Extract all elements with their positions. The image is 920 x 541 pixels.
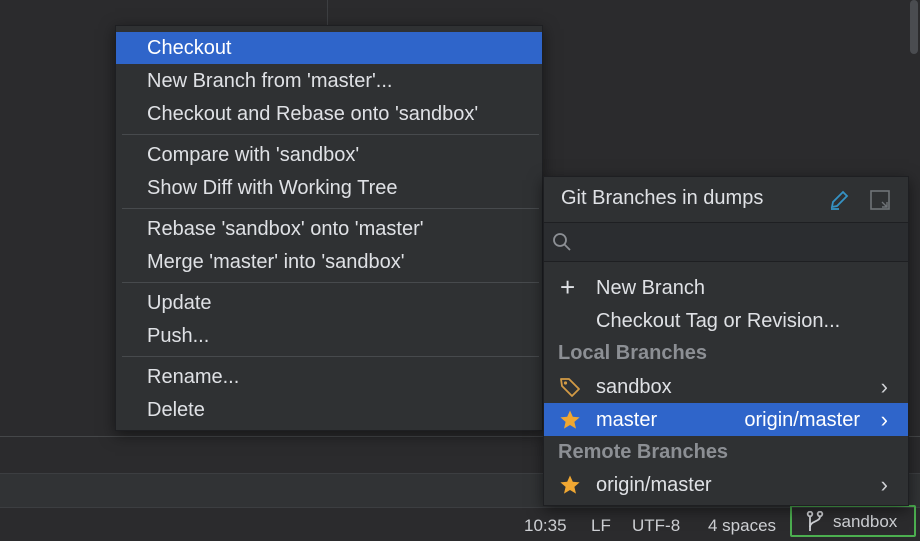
editor-scrollbar[interactable]: [910, 0, 918, 54]
menu-separator: [122, 282, 539, 283]
star-icon: [560, 475, 580, 494]
menu-separator: [122, 208, 539, 209]
chevron-right-icon: ›: [880, 472, 888, 497]
status-bar: 10:35 LF UTF-8 4 spaces: [0, 507, 920, 541]
menu-item-new-branch-from[interactable]: New Branch from 'master'...: [116, 65, 542, 97]
line-separator[interactable]: LF: [591, 516, 611, 536]
menu-item-checkout[interactable]: Checkout: [116, 32, 542, 64]
menu-item-update[interactable]: Update: [116, 287, 542, 319]
menu-item-rename[interactable]: Rename...: [116, 361, 542, 393]
menu-item-delete[interactable]: Delete: [116, 394, 542, 426]
menu-separator: [122, 356, 539, 357]
menu-item-rebase[interactable]: Rebase 'sandbox' onto 'master': [116, 213, 542, 245]
indent-setting[interactable]: 4 spaces: [708, 516, 776, 536]
git-branches-popup: Git Branches in dumps + New Branch Check…: [543, 176, 909, 506]
new-branch-action[interactable]: + New Branch: [544, 271, 908, 304]
maximize-icon[interactable]: [869, 189, 891, 211]
local-branches-header: Local Branches: [558, 342, 707, 364]
git-branch-icon: [806, 511, 824, 531]
branch-item-sandbox[interactable]: sandbox ›: [544, 370, 908, 403]
branch-item-master[interactable]: master origin/master ›: [544, 403, 908, 436]
branch-item-origin-master[interactable]: origin/master ›: [544, 468, 908, 501]
menu-item-compare[interactable]: Compare with 'sandbox': [116, 139, 542, 171]
chevron-right-icon: ›: [880, 374, 888, 399]
edit-icon[interactable]: [828, 189, 850, 211]
git-branch-label: sandbox: [833, 512, 898, 531]
file-encoding[interactable]: UTF-8: [632, 516, 680, 536]
menu-item-checkout-rebase[interactable]: Checkout and Rebase onto 'sandbox': [116, 98, 542, 130]
branch-context-menu: Checkout New Branch from 'master'... Che…: [115, 25, 543, 431]
menu-item-push[interactable]: Push...: [116, 320, 542, 352]
branch-search-input[interactable]: [576, 229, 900, 257]
chevron-right-icon: ›: [880, 407, 888, 432]
remote-branches-header: Remote Branches: [558, 441, 729, 463]
search-icon: [553, 233, 571, 251]
menu-item-merge[interactable]: Merge 'master' into 'sandbox': [116, 246, 542, 278]
caret-position[interactable]: 10:35: [524, 516, 567, 536]
branch-search-box: [544, 223, 908, 262]
menu-separator: [122, 134, 539, 135]
git-branch-widget[interactable]: sandbox: [790, 505, 916, 537]
plus-icon: +: [560, 272, 576, 302]
tracking-branch-label: origin/master: [744, 409, 860, 431]
star-icon: [560, 410, 580, 429]
tag-icon: [560, 378, 580, 397]
checkout-tag-action[interactable]: Checkout Tag or Revision...: [544, 304, 908, 337]
popup-title: Git Branches in dumps: [561, 187, 764, 209]
menu-item-show-diff[interactable]: Show Diff with Working Tree: [116, 172, 542, 204]
